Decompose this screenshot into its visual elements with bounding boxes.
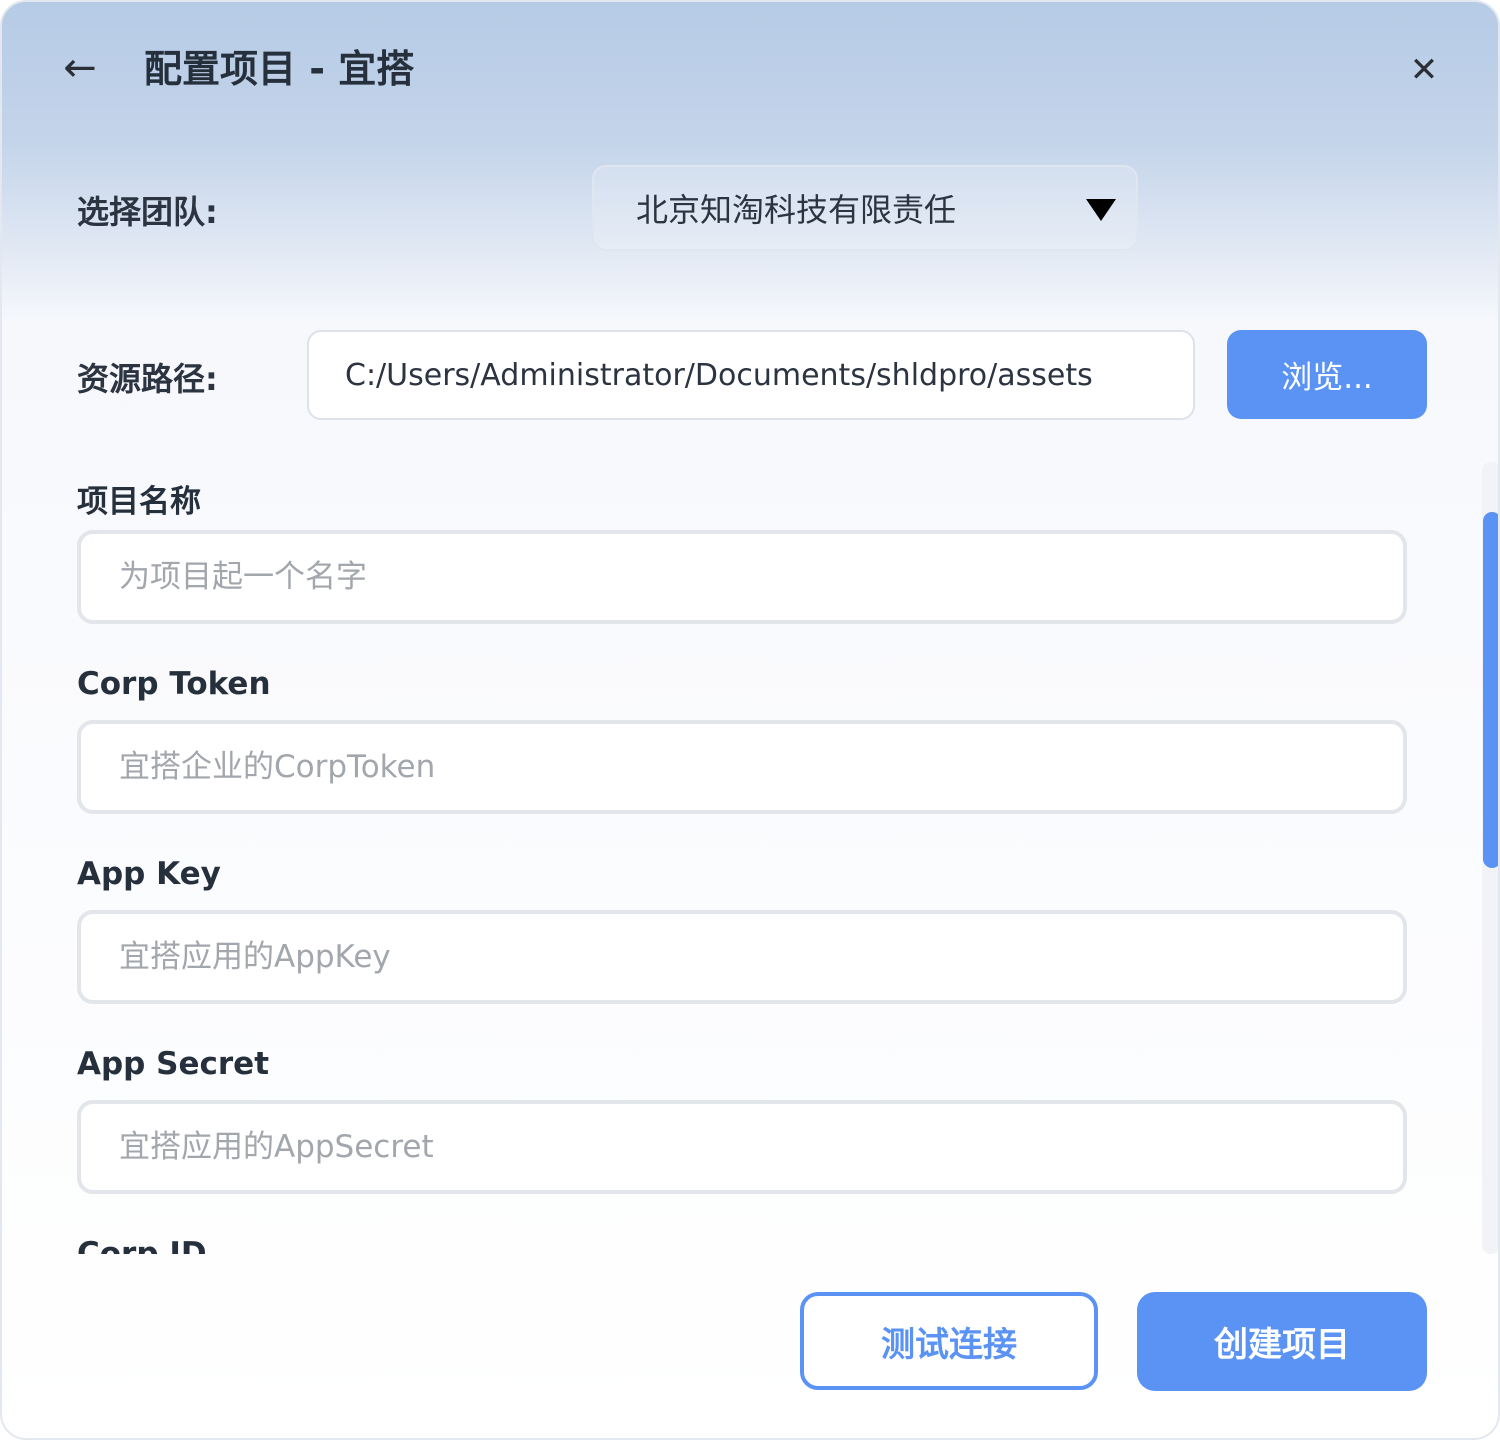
test-connection-button[interactable]: 测试连接 bbox=[800, 1292, 1098, 1390]
back-button[interactable]: ← bbox=[54, 40, 106, 96]
team-selected-value: 北京知淘科技有限责任 bbox=[636, 191, 957, 229]
create-project-button[interactable]: 创建项目 bbox=[1137, 1292, 1427, 1391]
page-title: 配置项目 - 宜搭 bbox=[144, 47, 415, 91]
resource-path-input[interactable] bbox=[307, 330, 1195, 420]
configure-project-dialog: ← 配置项目 - 宜搭 ✕ 选择团队: 北京知淘科技有限责任 资源路径: 浏览.… bbox=[0, 0, 1500, 1440]
arrow-left-icon: ← bbox=[63, 45, 97, 91]
app-key-label: App Key bbox=[77, 856, 221, 892]
corp-token-input[interactable] bbox=[77, 720, 1407, 814]
app-key-input[interactable] bbox=[77, 910, 1407, 1004]
team-label: 选择团队: bbox=[77, 193, 218, 231]
project-name-input[interactable] bbox=[77, 530, 1407, 624]
corp-id-label: Corp ID bbox=[77, 1236, 207, 1254]
form-scroll-area: 项目名称 Corp Token App Key App Secret Corp … bbox=[2, 462, 1482, 1254]
corp-token-label: Corp Token bbox=[77, 666, 271, 702]
browse-button[interactable]: 浏览... bbox=[1227, 330, 1427, 419]
close-icon: ✕ bbox=[1409, 50, 1439, 90]
project-name-label: 项目名称 bbox=[77, 484, 201, 520]
resource-path-label: 资源路径: bbox=[77, 360, 218, 398]
scrollbar-thumb[interactable] bbox=[1483, 512, 1498, 868]
close-button[interactable]: ✕ bbox=[1400, 46, 1448, 94]
app-secret-input[interactable] bbox=[77, 1100, 1407, 1194]
team-select[interactable]: 北京知淘科技有限责任 bbox=[592, 165, 1138, 251]
app-secret-label: App Secret bbox=[77, 1046, 270, 1082]
caret-down-icon bbox=[1086, 199, 1116, 221]
